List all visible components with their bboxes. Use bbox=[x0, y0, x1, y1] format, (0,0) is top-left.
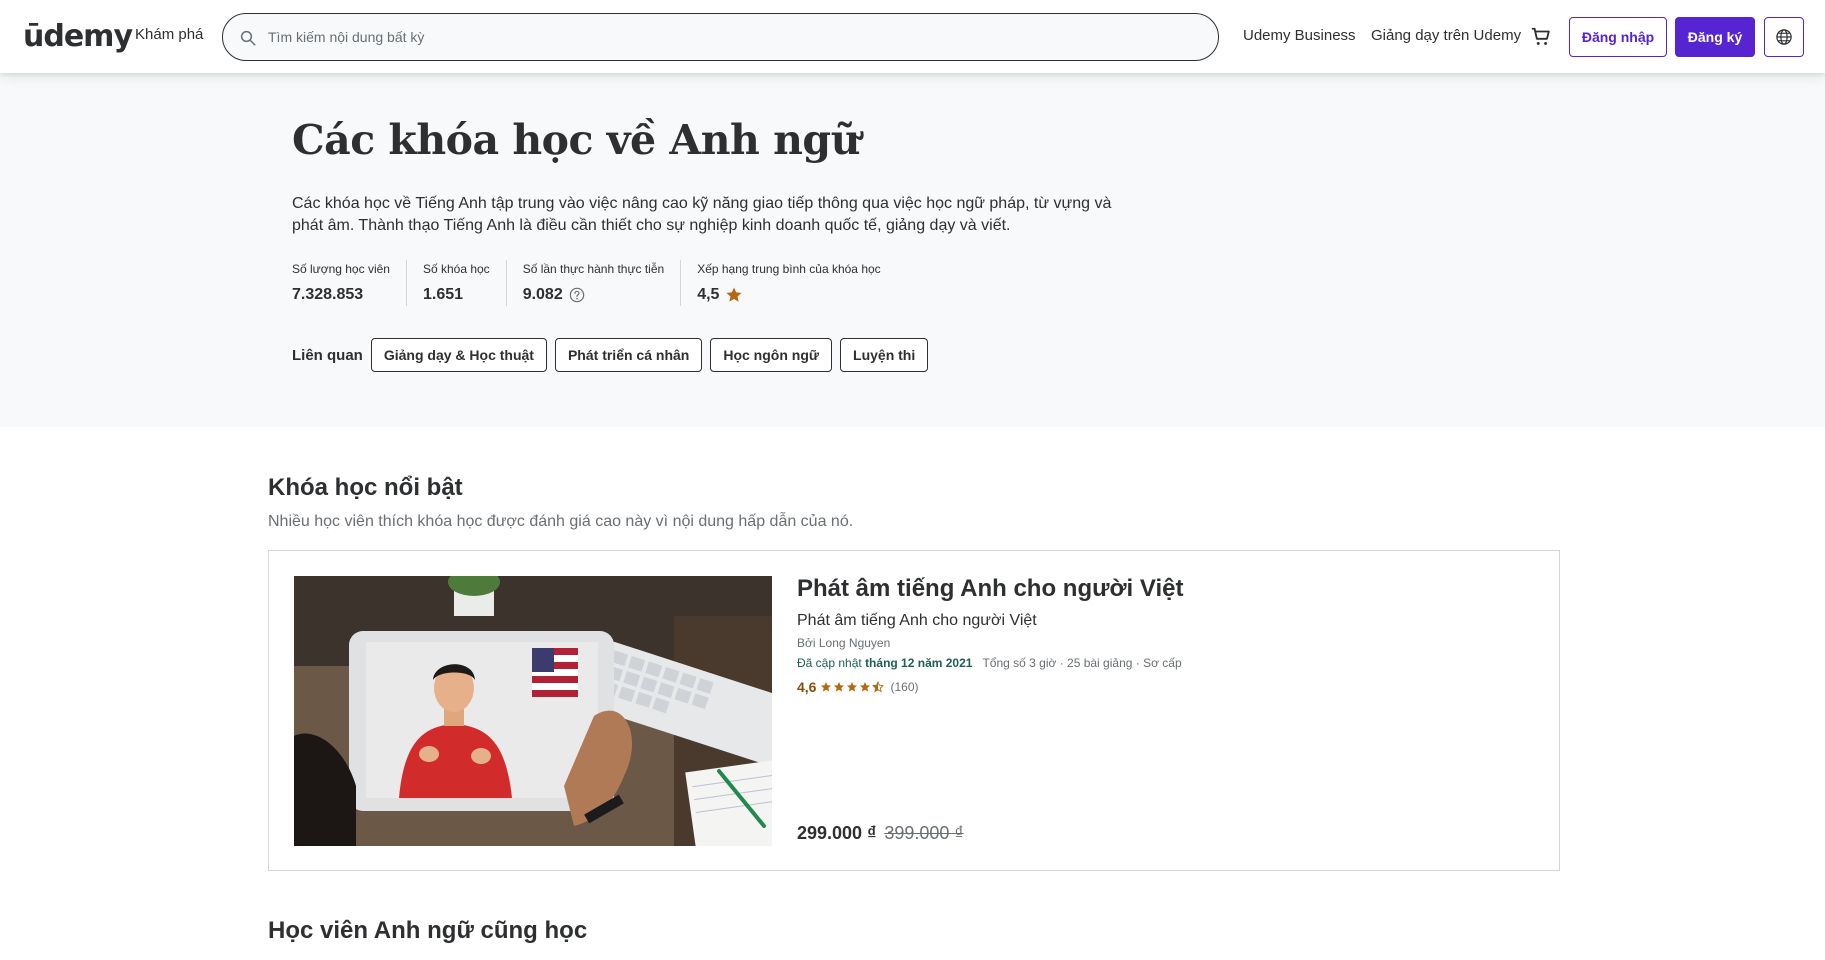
star-icon bbox=[847, 682, 858, 692]
topic-description: Các khóa học về Tiếng Anh tập trung vào … bbox=[292, 195, 1112, 234]
featured-section-title: Khóa học nổi bật bbox=[268, 474, 463, 501]
star-icon bbox=[821, 682, 832, 692]
globe-icon bbox=[1776, 29, 1792, 45]
search-bar[interactable] bbox=[222, 13, 1219, 61]
udemy-business-link[interactable]: Udemy Business bbox=[1243, 27, 1356, 44]
also-learn-section-title: Học viên Anh ngữ cũng học bbox=[268, 917, 588, 944]
stat-practice: Số lần thực hành thực tiễn 9.082 bbox=[523, 260, 682, 306]
stat-value: 1.651 bbox=[423, 286, 490, 304]
related-topic-pill[interactable]: Học ngôn ngữ bbox=[710, 338, 833, 372]
page-title: Các khóa học về Anh ngữ bbox=[292, 116, 860, 164]
search-icon[interactable] bbox=[239, 29, 257, 47]
stat-value-text: 1.651 bbox=[422, 286, 464, 303]
featured-section-subtitle: Nhiều học viên thích khóa học được đánh … bbox=[268, 513, 854, 530]
stat-label: Xếp hạng trung bình của khóa học bbox=[697, 262, 881, 276]
course-price: 299.000 ₫ 399.000 ₫ bbox=[797, 823, 964, 844]
stat-value-text: 9.082 bbox=[522, 286, 563, 303]
course-rating: 4,6 (160) bbox=[797, 679, 918, 695]
stat-label: Số khóa học bbox=[422, 262, 490, 276]
related-label: Liên quan bbox=[292, 346, 363, 364]
related-topic-pill[interactable]: Giảng dạy & Học thuật bbox=[370, 338, 547, 372]
stat-label: Số lần thực hành thực tiễn bbox=[522, 262, 665, 276]
logo-text: ūdemy bbox=[23, 19, 133, 54]
login-button[interactable]: Đăng nhập bbox=[1569, 17, 1667, 57]
star-half-icon bbox=[872, 681, 885, 693]
top-navbar: ūdemy Khám phá Udemy Business Giảng dạy … bbox=[0, 0, 1825, 73]
course-title[interactable]: Phát âm tiếng Anh cho người Việt bbox=[797, 575, 1183, 603]
stat-value-text: 4,5 bbox=[697, 286, 720, 303]
related-topics: Liên quan Giảng dạy & Học thuật Phát tri… bbox=[292, 337, 936, 373]
udemy-logo[interactable]: ūdemy bbox=[23, 18, 133, 56]
stat-average-rating: Xếp hạng trung bình của khóa học 4,5 bbox=[697, 260, 896, 306]
updated-date: tháng 12 năm 2021 bbox=[865, 656, 973, 670]
topic-stats: Số lượng học viên 7.328.853 Số khóa học … bbox=[292, 260, 913, 310]
stat-value-text: 7.328.853 bbox=[292, 286, 364, 303]
original-price: 399.000 ₫ bbox=[884, 823, 964, 843]
course-updated: Đã cập nhật tháng 12 năm 2021 bbox=[797, 656, 972, 670]
stat-learners: Số lượng học viên 7.328.853 bbox=[292, 260, 407, 306]
course-thumbnail[interactable] bbox=[294, 576, 772, 846]
course-instructor: Bởi Long Nguyen bbox=[797, 636, 891, 650]
current-price: 299.000 ₫ bbox=[797, 823, 877, 843]
stat-label: Số lượng học viên bbox=[292, 262, 390, 276]
updated-prefix: Đã cập nhật bbox=[797, 656, 862, 670]
related-topic-pill[interactable]: Luyện thi bbox=[840, 338, 929, 372]
rating-stars bbox=[820, 681, 885, 693]
related-topic-pill[interactable]: Phát triển cá nhân bbox=[554, 338, 703, 372]
star-icon bbox=[860, 682, 871, 692]
cart-icon[interactable] bbox=[1530, 26, 1552, 48]
help-icon[interactable] bbox=[569, 287, 585, 303]
course-thumbnail-image bbox=[294, 576, 772, 846]
star-icon bbox=[726, 287, 742, 302]
stat-value: 4,5 bbox=[697, 286, 880, 304]
course-meta: Đã cập nhật tháng 12 năm 2021 Tổng số 3 … bbox=[797, 656, 1182, 670]
featured-course-card[interactable]: Phát âm tiếng Anh cho người Việt Phát âm… bbox=[268, 550, 1560, 871]
explore-link[interactable]: Khám phá bbox=[135, 26, 203, 43]
language-button[interactable] bbox=[1764, 17, 1804, 57]
topic-hero: Các khóa học về Anh ngữ Các khóa học về … bbox=[0, 73, 1825, 427]
stat-value: 7.328.853 bbox=[292, 286, 390, 304]
teach-on-udemy-link[interactable]: Giảng dạy trên Udemy bbox=[1371, 27, 1521, 44]
search-input[interactable] bbox=[268, 24, 1168, 50]
stat-value: 9.082 bbox=[523, 286, 665, 304]
stat-courses: Số khóa học 1.651 bbox=[423, 260, 507, 306]
rating-value: 4,6 bbox=[797, 679, 817, 695]
rating-count: (160) bbox=[890, 680, 919, 694]
course-details: Tổng số 3 giờ · 25 bài giảng · Sơ cấp bbox=[982, 656, 1182, 670]
signup-button[interactable]: Đăng ký bbox=[1675, 17, 1755, 57]
star-icon bbox=[834, 682, 845, 692]
course-subtitle: Phát âm tiếng Anh cho người Việt bbox=[797, 612, 1037, 629]
